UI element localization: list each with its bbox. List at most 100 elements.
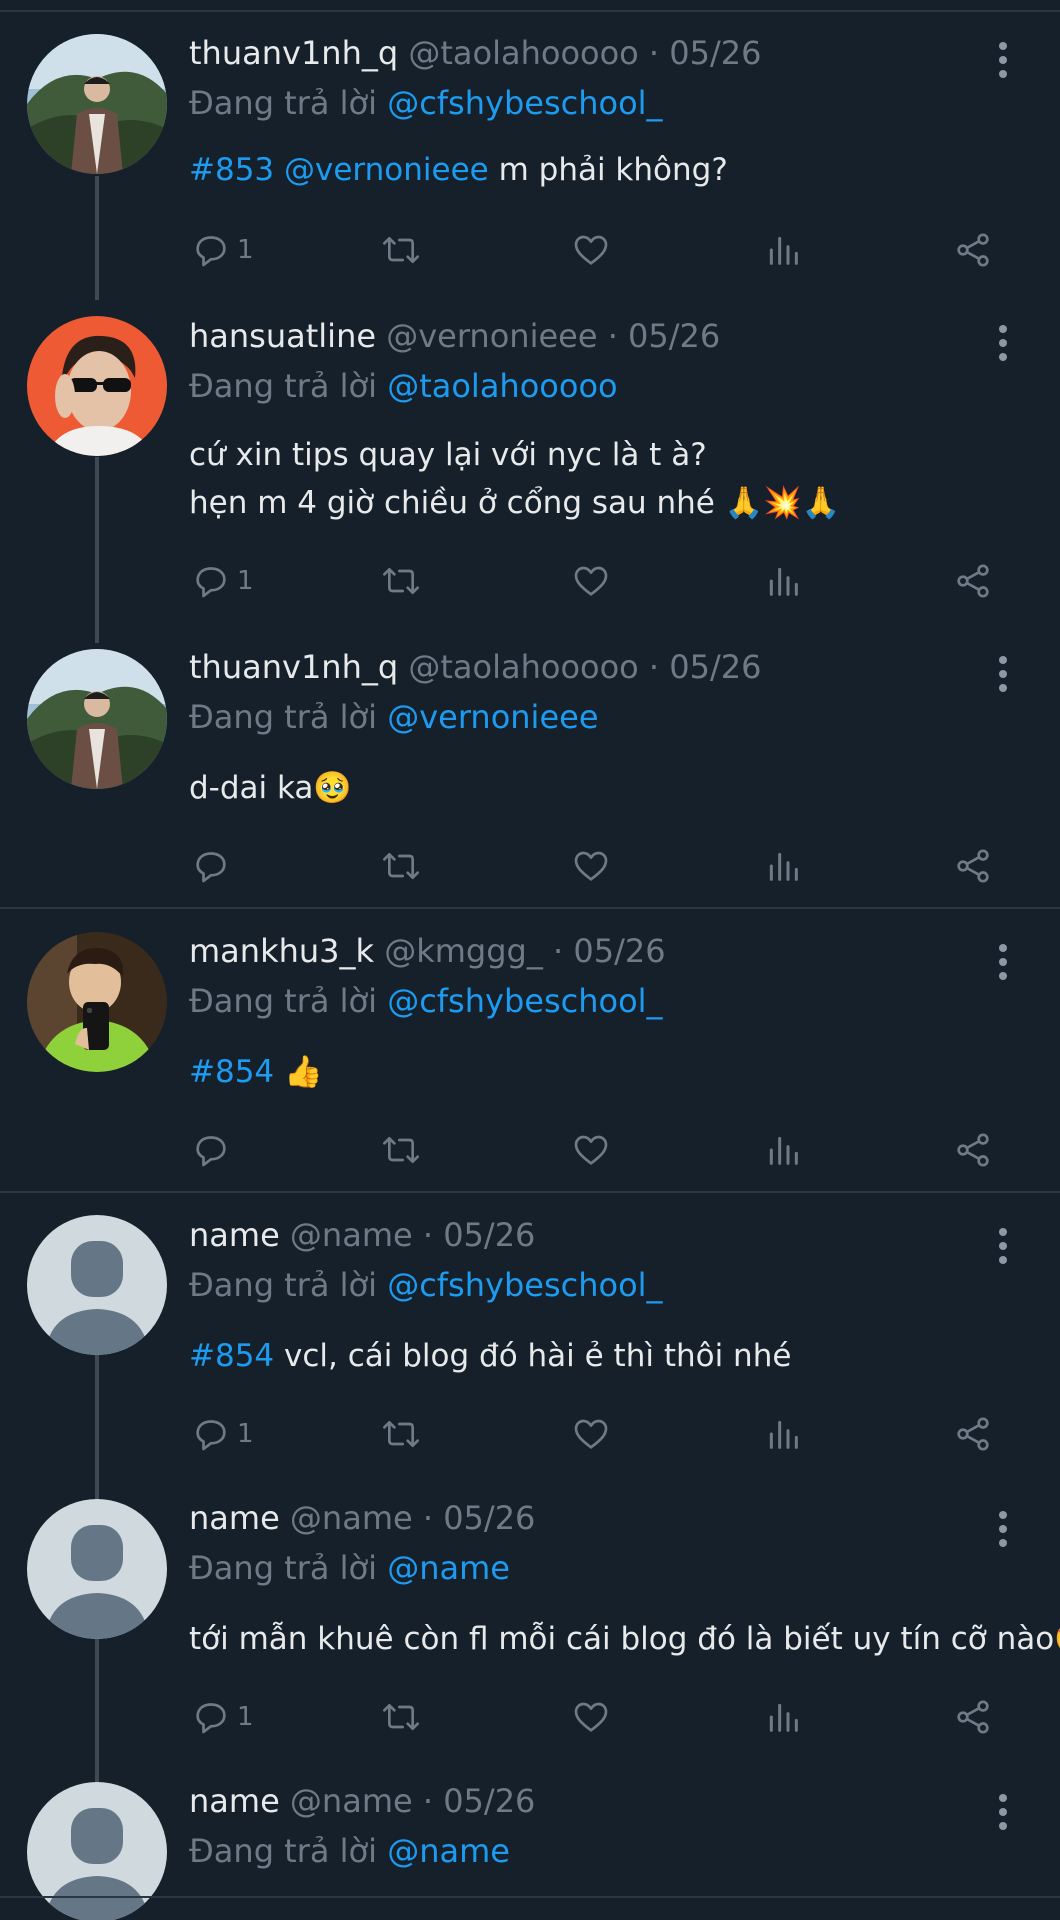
- reply-count: 1: [237, 1702, 254, 1732]
- display-name[interactable]: thuanv1nh_q: [189, 648, 398, 686]
- views-button[interactable]: [763, 842, 803, 890]
- user-handle[interactable]: @name: [290, 1499, 413, 1537]
- replying-to-mention[interactable]: @name: [387, 1832, 510, 1870]
- avatar[interactable]: [27, 316, 167, 456]
- reply-button[interactable]: [191, 1126, 237, 1174]
- display-name[interactable]: name: [189, 1216, 280, 1254]
- tweet-date[interactable]: 05/26: [669, 34, 761, 72]
- hashtag[interactable]: #854: [189, 1338, 274, 1374]
- tweet-text: #853 @vernonieee m phải không?: [189, 146, 728, 194]
- mention-link[interactable]: @vernonieee: [284, 152, 489, 188]
- reply-button[interactable]: 1: [191, 1693, 254, 1741]
- more-options-icon[interactable]: [985, 38, 1021, 82]
- tweet-date[interactable]: 05/26: [573, 932, 665, 970]
- thread-connector: [95, 176, 99, 300]
- like-button[interactable]: [571, 842, 611, 890]
- views-button[interactable]: [763, 1693, 803, 1741]
- retweet-button[interactable]: [379, 1693, 423, 1741]
- display-name[interactable]: mankhu3_k: [189, 932, 374, 970]
- replying-to-mention[interactable]: @name: [387, 1549, 510, 1587]
- tweet-header: thuanv1nh_q @taolahooooo · 05/26: [189, 648, 761, 686]
- hashtag[interactable]: #854: [189, 1054, 274, 1090]
- tweet-actions: 1: [189, 557, 1009, 605]
- retweet-button[interactable]: [379, 226, 423, 274]
- user-handle[interactable]: @taolahooooo: [408, 648, 638, 686]
- display-name[interactable]: name: [189, 1782, 280, 1820]
- reply-button[interactable]: 1: [191, 557, 254, 605]
- replying-to-mention[interactable]: @taolahooooo: [387, 367, 617, 405]
- replying-to-mention[interactable]: @cfshybeschool_: [387, 1266, 662, 1304]
- analytics-icon: [769, 567, 798, 596]
- tweet-date[interactable]: 05/26: [669, 648, 761, 686]
- hashtag[interactable]: #853: [189, 152, 274, 188]
- heart-icon: [574, 566, 608, 596]
- views-button[interactable]: [763, 1410, 803, 1458]
- tweet-item[interactable]: name @name · 05/26 Đang trả lời @name: [0, 1776, 1060, 1920]
- share-button[interactable]: [951, 842, 995, 890]
- user-handle[interactable]: @kmggg_: [384, 932, 543, 970]
- avatar[interactable]: [27, 649, 167, 789]
- user-handle[interactable]: @taolahooooo: [408, 34, 638, 72]
- share-button[interactable]: [951, 226, 995, 274]
- separator: ·: [553, 932, 564, 970]
- retweet-button[interactable]: [379, 1126, 423, 1174]
- replying-to-mention[interactable]: @vernonieee: [387, 698, 598, 736]
- more-options-icon[interactable]: [985, 1224, 1021, 1268]
- user-handle[interactable]: @name: [290, 1216, 413, 1254]
- avatar[interactable]: [27, 932, 167, 1072]
- more-options-icon[interactable]: [985, 1790, 1021, 1834]
- tweet-text-line: tới mẫn khuê còn fl mỗi cái blog đó là b…: [189, 1621, 1060, 1657]
- avatar[interactable]: [27, 1499, 167, 1639]
- reply-button[interactable]: 1: [191, 226, 254, 274]
- share-button[interactable]: [951, 1410, 995, 1458]
- retweet-button[interactable]: [379, 557, 423, 605]
- tweet-date[interactable]: 05/26: [628, 317, 720, 355]
- replying-to-label: Đang trả lời: [189, 367, 378, 405]
- reply-button[interactable]: [191, 842, 237, 890]
- analytics-icon: [769, 1420, 798, 1449]
- views-button[interactable]: [763, 557, 803, 605]
- tweet-date[interactable]: 05/26: [443, 1499, 535, 1537]
- like-button[interactable]: [571, 226, 611, 274]
- share-button[interactable]: [951, 1693, 995, 1741]
- tweet-date[interactable]: 05/26: [443, 1216, 535, 1254]
- retweet-button[interactable]: [379, 842, 423, 890]
- retweet-button[interactable]: [379, 1410, 423, 1458]
- more-options-icon[interactable]: [985, 1507, 1021, 1551]
- avatar[interactable]: [27, 1215, 167, 1355]
- replying-to: Đang trả lời @name: [189, 1832, 510, 1870]
- avatar[interactable]: [27, 1782, 167, 1920]
- more-options-icon[interactable]: [985, 321, 1021, 365]
- tweet-header: name @name · 05/26: [189, 1782, 535, 1820]
- user-handle[interactable]: @vernonieee: [386, 317, 597, 355]
- display-name[interactable]: hansuatline: [189, 317, 376, 355]
- views-button[interactable]: [763, 1126, 803, 1174]
- replying-to-label: Đang trả lời: [189, 1832, 378, 1870]
- avatar[interactable]: [27, 34, 167, 174]
- user-handle[interactable]: @name: [290, 1782, 413, 1820]
- views-button[interactable]: [763, 226, 803, 274]
- reply-icon: [196, 1420, 226, 1451]
- share-icon: [957, 1700, 989, 1734]
- display-name[interactable]: name: [189, 1499, 280, 1537]
- share-button[interactable]: [951, 557, 995, 605]
- heart-icon: [574, 851, 608, 881]
- tweet-actions: [189, 842, 1009, 890]
- like-button[interactable]: [571, 557, 611, 605]
- tweet-text-space: [274, 152, 284, 188]
- like-button[interactable]: [571, 1410, 611, 1458]
- like-button[interactable]: [571, 1126, 611, 1174]
- replying-to-mention[interactable]: @cfshybeschool_: [387, 84, 662, 122]
- reply-button[interactable]: 1: [191, 1410, 254, 1458]
- separator: ·: [422, 1499, 434, 1537]
- retweet-icon: [383, 1421, 419, 1447]
- more-options-icon[interactable]: [985, 652, 1021, 696]
- like-button[interactable]: [571, 1693, 611, 1741]
- tweet-date[interactable]: 05/26: [443, 1782, 535, 1820]
- replying-to-mention[interactable]: @cfshybeschool_: [387, 982, 662, 1020]
- reply-count: 1: [237, 566, 254, 596]
- more-options-icon[interactable]: [985, 940, 1021, 984]
- share-button[interactable]: [951, 1126, 995, 1174]
- display-name[interactable]: thuanv1nh_q: [189, 34, 398, 72]
- share-icon: [957, 564, 989, 598]
